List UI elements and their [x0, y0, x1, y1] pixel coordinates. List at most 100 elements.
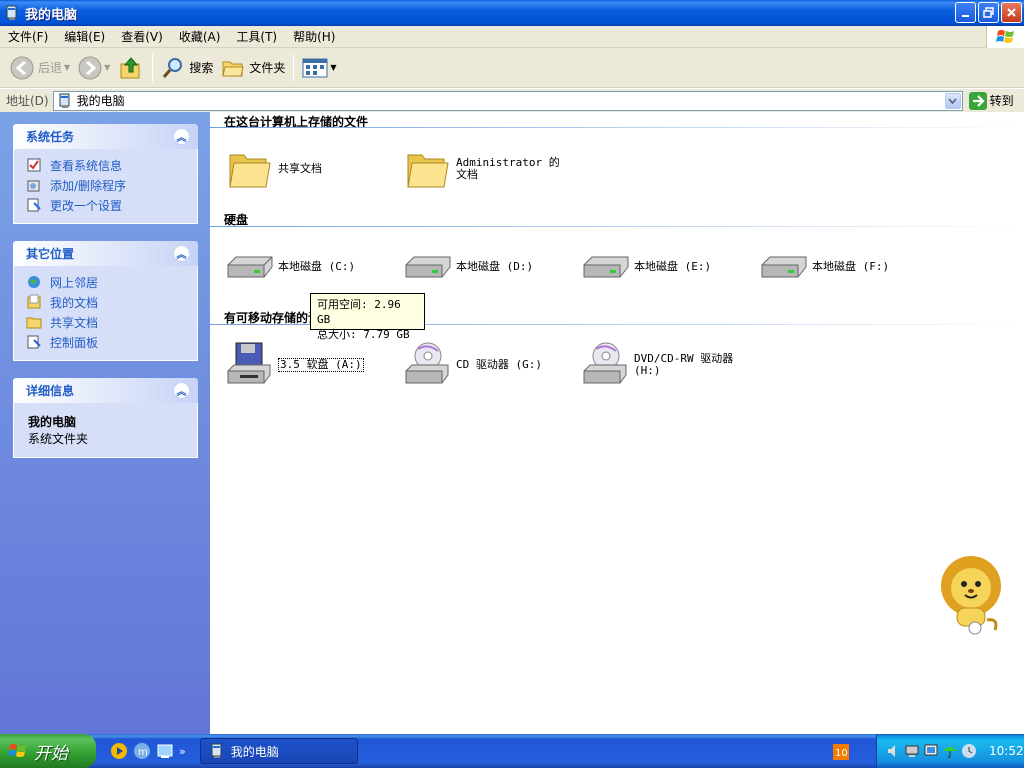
item-label: 本地磁盘 (D:) — [456, 260, 534, 273]
collapse-icon[interactable]: ︽ — [173, 128, 190, 145]
menu-tools[interactable]: 工具(T) — [228, 28, 285, 45]
add-remove-programs-link[interactable]: 添加/删除程序 — [26, 175, 197, 195]
minimize-icon — [962, 15, 969, 17]
chevron-down-icon — [948, 97, 957, 104]
svg-text:m: m — [138, 747, 148, 758]
back-button[interactable]: 后退 ▼ — [6, 51, 74, 85]
toolbar: 后退 ▼ ▼ 搜索 文件夹 ▼ — [0, 48, 1024, 88]
shared-documents-link[interactable]: 共享文档 — [26, 312, 197, 332]
chevron-more-icon[interactable]: » — [179, 745, 186, 758]
address-label: 地址(D) — [6, 94, 49, 108]
close-icon — [1007, 8, 1016, 17]
address-value: 我的电脑 — [76, 94, 125, 108]
floppy-drive-icon — [227, 342, 271, 384]
forward-button[interactable]: ▼ — [74, 51, 114, 85]
windows-logo-icon — [8, 744, 26, 757]
group-divider — [210, 226, 1024, 227]
clock-app-icon[interactable] — [961, 743, 977, 759]
go-label: 转到 — [989, 94, 1014, 108]
back-dropdown-icon[interactable]: ▼ — [64, 63, 70, 72]
menu-file[interactable]: 文件(F) — [0, 28, 56, 45]
views-dropdown-icon[interactable]: ▼ — [330, 63, 336, 72]
control-panel-icon — [27, 198, 41, 212]
app-icon: 10 — [833, 744, 849, 760]
folders-label: 文件夹 — [249, 61, 286, 75]
forward-dropdown-icon[interactable]: ▼ — [104, 63, 110, 72]
my-documents-link[interactable]: 我的文档 — [26, 292, 197, 312]
clock[interactable]: 10:52 — [989, 744, 1024, 758]
system-tasks-box: 系统任务 ︽ 查看系统信息 添加/删除程序 更改一个设置 — [13, 124, 198, 224]
details-header[interactable]: 详细信息 ︽ — [13, 378, 198, 403]
go-arrow-icon — [968, 91, 987, 110]
drive-e-item[interactable]: 本地磁盘 (E:) — [582, 243, 711, 291]
collapse-icon[interactable]: ︽ — [173, 245, 190, 262]
toolbar-app-icon[interactable]: 10 — [832, 742, 860, 762]
details-box: 详细信息 ︽ 我的电脑 系统文件夹 — [13, 378, 198, 458]
taskbar: 开始 m » 我的电脑 10 10:52 — [0, 734, 1024, 768]
menu-help[interactable]: 帮助(H) — [285, 28, 343, 45]
up-folder-icon — [120, 56, 140, 78]
drive-d-item[interactable]: 本地磁盘 (D:) — [404, 243, 533, 291]
menu-edit[interactable]: 编辑(E) — [56, 28, 113, 45]
network-places-label: 网上邻居 — [50, 275, 99, 290]
network-places-link[interactable]: 网上邻居 — [26, 272, 197, 292]
folders-button[interactable]: 文件夹 — [217, 51, 289, 85]
drive-c-item[interactable]: 本地磁盘 (C:) — [226, 243, 355, 291]
address-dropdown-button[interactable] — [944, 92, 961, 109]
shared-documents-label: 共享文档 — [50, 315, 99, 330]
other-places-header[interactable]: 其它位置 ︽ — [13, 241, 198, 266]
window-title: 我的电脑 — [25, 7, 78, 23]
item-label: 3.5 软盘 (A:) — [278, 358, 364, 372]
administrator-documents-item[interactable]: Administrator 的文档 — [404, 145, 568, 193]
view-system-info-label: 查看系统信息 — [50, 158, 123, 173]
menu-bar: 文件(F) 编辑(E) 查看(V) 收藏(A) 工具(T) 帮助(H) — [0, 26, 1024, 48]
drive-f-item[interactable]: 本地磁盘 (F:) — [760, 243, 889, 291]
forward-arrow-icon — [78, 56, 102, 79]
my-computer-icon — [211, 743, 222, 758]
search-icon — [163, 57, 183, 78]
item-label: DVD/CD-RW 驱动器 (H:) — [634, 352, 734, 377]
lion-mascot-icon[interactable] — [935, 548, 1005, 638]
address-input[interactable]: 我的电脑 — [52, 90, 963, 111]
media-player-icon[interactable] — [110, 742, 128, 760]
minimize-button[interactable] — [955, 2, 976, 23]
taskbar-window-label: 我的电脑 — [230, 744, 279, 759]
start-button[interactable]: 开始 — [0, 734, 96, 768]
network-icon[interactable] — [904, 743, 920, 759]
display-icon[interactable] — [923, 743, 939, 759]
svg-text:10: 10 — [835, 748, 848, 759]
restore-button[interactable] — [978, 2, 999, 23]
add-remove-programs-icon — [27, 180, 40, 192]
speaker-icon[interactable] — [885, 743, 901, 759]
cd-drive-item[interactable]: CD 驱动器 (G:) — [404, 341, 542, 389]
network-globe-icon — [28, 276, 40, 288]
up-folder-button[interactable] — [114, 51, 148, 85]
my-computer-icon — [59, 93, 70, 108]
shared-documents-item[interactable]: 共享文档 — [226, 145, 322, 193]
close-button[interactable] — [1001, 2, 1022, 23]
restore-icon — [983, 7, 994, 18]
view-system-info-link[interactable]: 查看系统信息 — [26, 155, 197, 175]
task-pane: 系统任务 ︽ 查看系统信息 添加/删除程序 更改一个设置 其它位置 ︽ 网上邻居… — [0, 112, 210, 734]
system-tasks-header[interactable]: 系统任务 ︽ — [13, 124, 198, 149]
views-button[interactable]: ▼ — [298, 51, 340, 85]
system-info-icon — [27, 158, 41, 172]
umbrella-icon[interactable] — [942, 743, 958, 759]
title-bar[interactable]: 我的电脑 — [0, 0, 1024, 26]
search-button[interactable]: 搜索 — [157, 51, 217, 85]
messenger-icon[interactable]: m — [133, 742, 151, 760]
start-label: 开始 — [34, 743, 68, 764]
windows-logo-icon — [986, 26, 1024, 48]
control-panel-link[interactable]: 控制面板 — [26, 332, 197, 352]
control-panel-icon — [27, 335, 41, 349]
collapse-icon[interactable]: ︽ — [173, 382, 190, 399]
menu-favorites[interactable]: 收藏(A) — [171, 28, 229, 45]
change-setting-link[interactable]: 更改一个设置 — [26, 195, 197, 215]
floppy-drive-item[interactable]: 3.5 软盘 (A:) — [226, 341, 364, 389]
taskbar-window-button[interactable]: 我的电脑 — [199, 738, 358, 764]
go-button[interactable]: 转到 — [968, 91, 1014, 110]
dvd-drive-item[interactable]: DVD/CD-RW 驱动器 (H:) — [582, 341, 738, 389]
show-desktop-icon[interactable] — [156, 742, 174, 760]
menu-view[interactable]: 查看(V) — [113, 28, 171, 45]
item-label: 共享文档 — [278, 162, 322, 175]
